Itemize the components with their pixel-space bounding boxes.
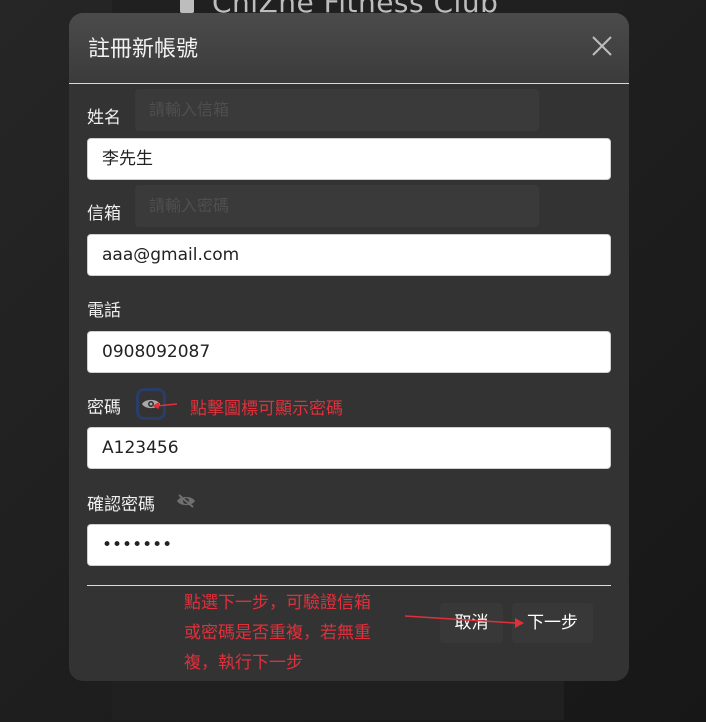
- eye-slash-icon: [177, 494, 195, 508]
- modal-title: 註冊新帳號: [88, 37, 199, 62]
- eye-tip-annotation: 點擊圖標可顯示密碼: [190, 399, 343, 419]
- ghost-email-input: 請輸入信箱: [135, 89, 539, 131]
- next-tip-line-1: 點選下一步，可驗證信箱: [184, 593, 371, 613]
- phone-input[interactable]: 0908092087: [87, 331, 611, 373]
- next-tip-line-3: 複，執行下一步: [184, 653, 303, 673]
- next-tip-annotation: 點選下一步，可驗證信箱 或密碼是否重複，若無重 複，執行下一步: [184, 588, 404, 678]
- register-modal: 註冊新帳號 請輸入信箱 請輸入密碼 姓名 李先生 信箱 aaa@gmail.co…: [69, 13, 629, 681]
- confirm-password-input[interactable]: •••••••: [87, 524, 611, 566]
- confirm-password-visibility-toggle[interactable]: [172, 487, 200, 515]
- next-tip-arrow: [404, 615, 524, 628]
- confirm-password-label: 確認密碼: [87, 495, 155, 515]
- close-button[interactable]: [589, 33, 615, 59]
- name-label: 姓名: [87, 108, 121, 128]
- password-label: 密碼: [87, 398, 121, 418]
- password-input[interactable]: A123456: [87, 427, 611, 469]
- modal-header: 註冊新帳號: [69, 13, 629, 84]
- email-input[interactable]: aaa@gmail.com: [87, 234, 611, 276]
- ghost-password-input: 請輸入密碼: [135, 185, 539, 227]
- next-tip-line-2: 或密碼是否重複，若無重: [184, 623, 371, 643]
- footer-divider: [87, 585, 611, 586]
- email-label: 信箱: [87, 204, 121, 224]
- background-lock-icon: [180, 0, 194, 13]
- name-input[interactable]: 李先生: [87, 138, 611, 180]
- close-icon: [592, 36, 612, 56]
- phone-label: 電話: [87, 301, 121, 321]
- eye-tip-arrow: [152, 402, 178, 409]
